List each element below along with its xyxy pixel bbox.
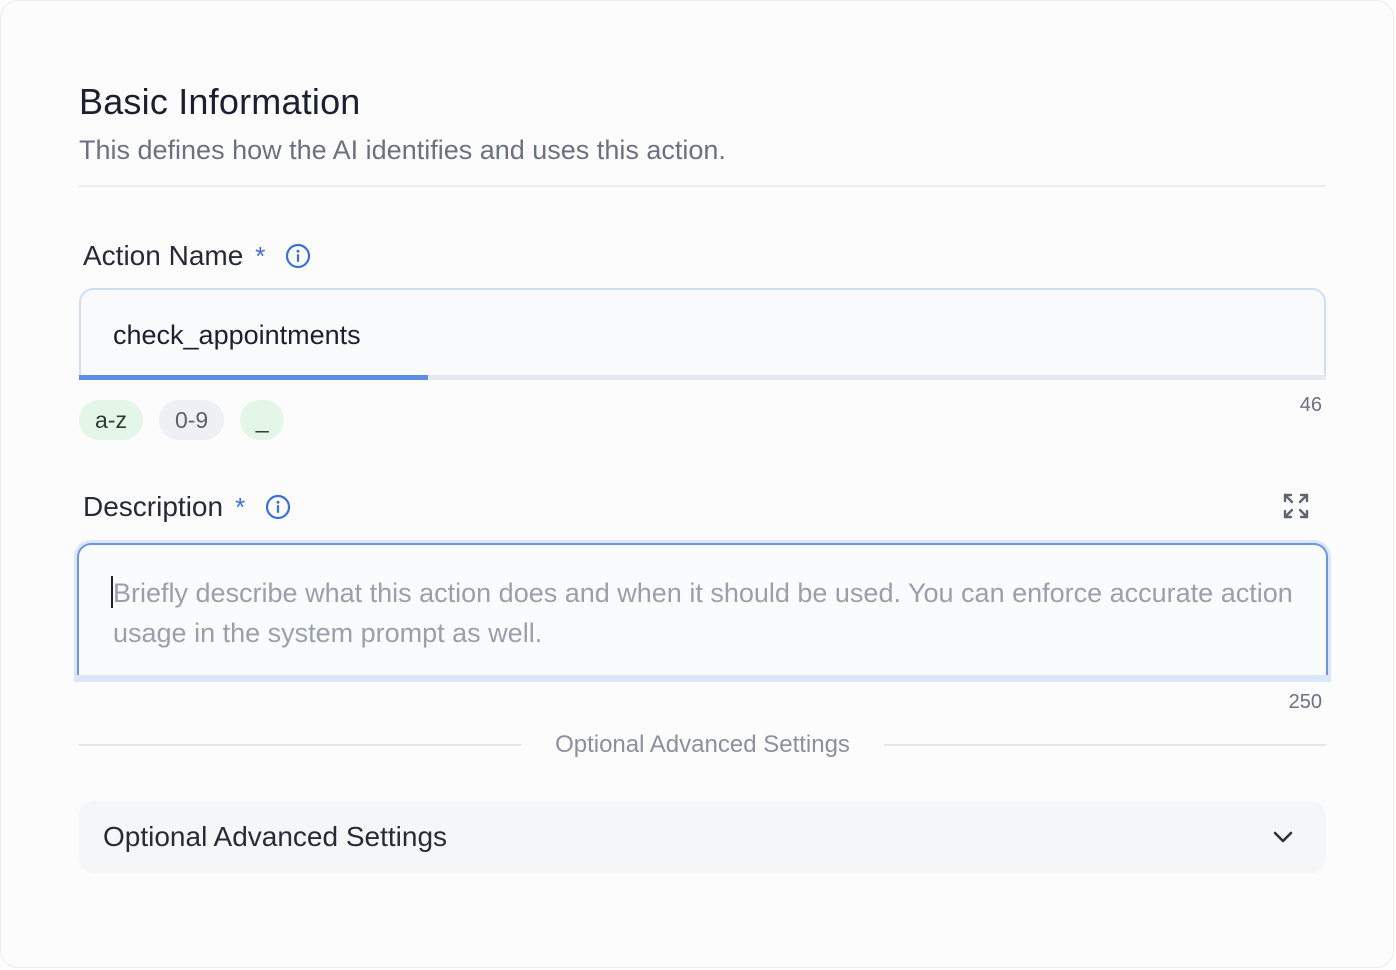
- action-name-input[interactable]: check_appointments: [79, 288, 1326, 380]
- action-name-char-count: 46: [1299, 394, 1322, 416]
- description-label: Description *: [83, 490, 291, 524]
- action-name-length-bar: [79, 375, 1326, 380]
- info-circle-icon[interactable]: [285, 243, 311, 269]
- allowed-characters: a-z 0-9 _: [79, 400, 285, 440]
- description-focus-underline: [75, 675, 1330, 679]
- action-name-label-text: Action Name: [83, 240, 244, 271]
- required-marker: *: [255, 241, 266, 271]
- description-placeholder: Briefly describe what this action does a…: [113, 578, 1293, 648]
- advanced-settings-accordion[interactable]: Optional Advanced Settings: [79, 801, 1326, 873]
- advanced-settings-divider: Optional Advanced Settings: [79, 731, 1326, 759]
- action-name-label: Action Name *: [83, 239, 311, 273]
- section-subtitle: This defines how the AI identifies and u…: [79, 135, 726, 165]
- chip-underscore: _: [240, 400, 285, 440]
- description-textarea[interactable]: Briefly describe what this action does a…: [77, 543, 1328, 679]
- action-name-value: check_appointments: [113, 319, 361, 350]
- expand-icon[interactable]: [1282, 492, 1310, 520]
- required-marker: *: [235, 492, 246, 522]
- chevron-down-icon[interactable]: [1270, 824, 1296, 850]
- section-divider: [79, 185, 1326, 187]
- chip-lowercase: a-z: [79, 400, 143, 440]
- basic-information-card: Basic Information This defines how the A…: [0, 0, 1394, 968]
- text-caret: [111, 576, 113, 608]
- description-label-text: Description: [83, 491, 224, 522]
- accordion-title: Optional Advanced Settings: [103, 821, 448, 852]
- description-char-count: 250: [1288, 691, 1322, 713]
- info-circle-icon[interactable]: [265, 494, 291, 520]
- chip-digits: 0-9: [158, 400, 225, 440]
- divider-line-right: [884, 744, 1326, 746]
- action-name-length-fill: [79, 375, 429, 380]
- section-title: Basic Information: [79, 81, 361, 122]
